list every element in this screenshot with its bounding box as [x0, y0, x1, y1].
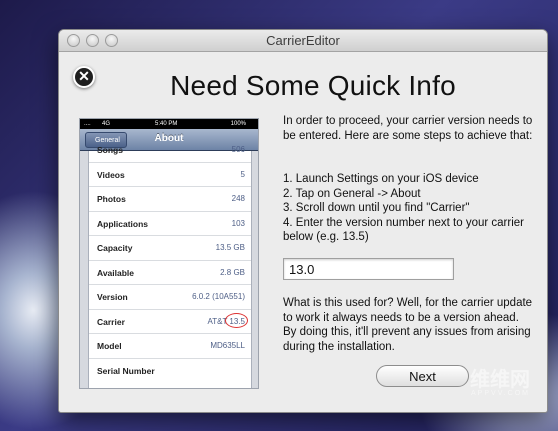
row-key: Songs	[97, 145, 123, 155]
row-key: Photos	[97, 194, 126, 204]
table-row: Carrier AT&T 13.5	[89, 310, 251, 334]
step-4: 4. Enter the version number next to your…	[283, 216, 524, 244]
row-key: Serial Number	[97, 365, 155, 376]
network-type: 4G	[102, 121, 111, 127]
watermark-logo: 维维网	[470, 369, 530, 391]
next-button[interactable]: Next	[376, 365, 469, 387]
table-row: Videos 5	[89, 163, 251, 187]
row-value: 13.5 GB	[215, 243, 245, 252]
table-row: Available 2.8 GB	[89, 261, 251, 285]
step-3: 3. Scroll down until you find "Carrier"	[283, 202, 470, 214]
watermark-url: APPVV.COM	[471, 390, 530, 397]
row-key: Available	[97, 267, 135, 278]
signal-strength: ....	[84, 121, 91, 127]
about-table: Songs 506 Videos 5 Photos 248 Applicatio…	[88, 145, 252, 388]
window-title: CarrierEditor	[266, 33, 340, 48]
close-icon[interactable]: ✕	[73, 66, 95, 88]
intro-text: In order to proceed, your carrier versio…	[283, 115, 533, 142]
row-value: 506	[231, 145, 245, 154]
row-key: Applications	[97, 218, 149, 229]
title-bar[interactable]: CarrierEditor	[59, 30, 547, 52]
row-value	[167, 363, 247, 380]
carrier-version-input[interactable]	[283, 258, 454, 280]
step-1: 1. Launch Settings on your iOS device	[283, 173, 479, 185]
row-key: Carrier	[97, 316, 125, 327]
row-key: Model	[97, 341, 122, 351]
row-value: 6.0.2 (10A551)	[192, 292, 245, 301]
row-value: 2.8 GB	[220, 267, 245, 277]
step-2: 2. Tap on General -> About	[283, 187, 421, 200]
status-time: 5:40 PM	[155, 121, 178, 127]
row-key: Version	[97, 292, 128, 302]
iphone-screenshot: .... 4G 5:40 PM 100% General About Songs…	[79, 118, 259, 389]
phone-status-bar: .... 4G 5:40 PM 100%	[80, 119, 258, 129]
table-row: Serial Number	[89, 359, 251, 384]
watermark: 维维网 APPVV.COM	[470, 370, 530, 397]
page-title: Need Some Quick Info	[170, 70, 456, 101]
row-key: Videos	[97, 169, 125, 180]
row-value: 5	[240, 169, 245, 179]
steps-list: 1. Launch Settings on your iOS device 2.…	[283, 172, 533, 245]
table-row: Photos 248	[89, 187, 251, 212]
row-key: Capacity	[97, 243, 133, 253]
table-row: Applications 103	[89, 212, 251, 236]
table-row: Songs 506	[89, 138, 251, 163]
table-row: Model MD635LL	[89, 334, 251, 359]
table-row: Version 6.0.2 (10A551)	[89, 285, 251, 310]
carrier-editor-window: CarrierEditor ✕ Need Some Quick Info ...…	[58, 29, 548, 413]
carrier-version-highlight	[225, 312, 248, 328]
table-row: Capacity 13.5 GB	[89, 236, 251, 261]
battery-level: 100%	[230, 121, 246, 127]
row-value: MD635LL	[210, 341, 245, 350]
row-value: 248	[231, 194, 245, 203]
row-value: 103	[231, 218, 245, 228]
explanation-text: What is this used for? Well, for the car…	[283, 297, 533, 353]
